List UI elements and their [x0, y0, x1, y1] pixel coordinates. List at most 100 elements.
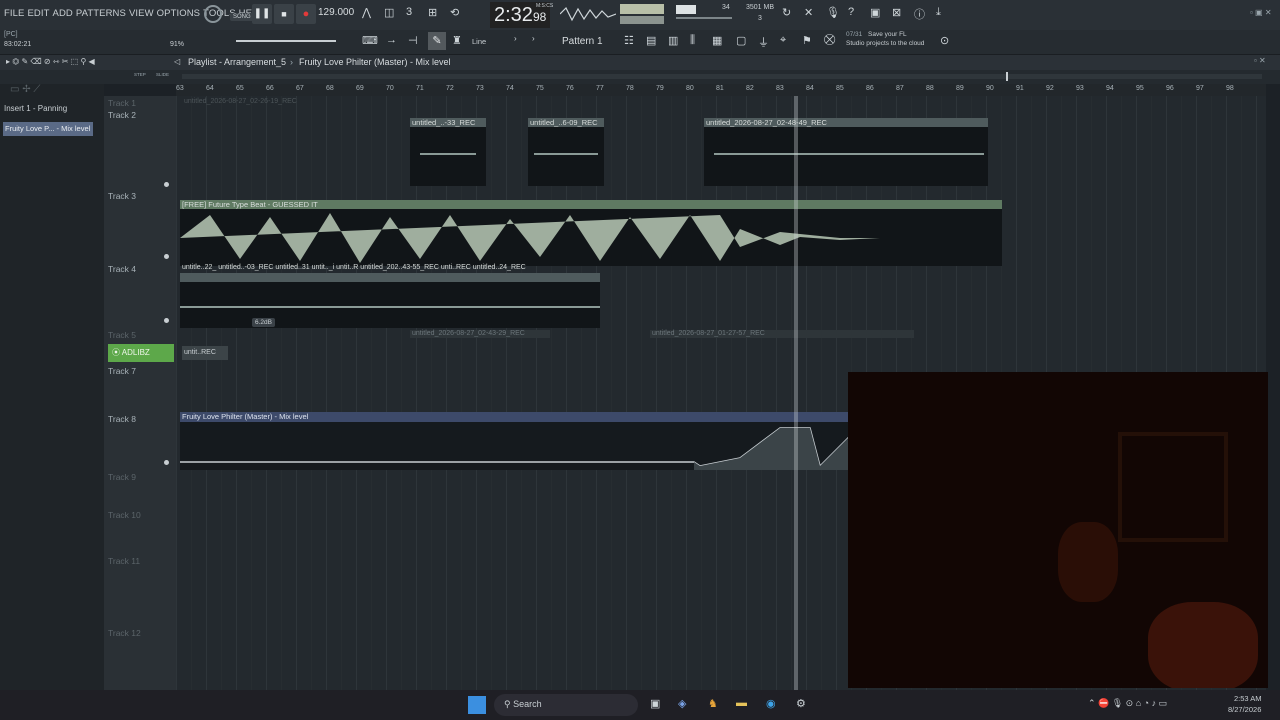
piano-roll-icon[interactable]: ▤	[646, 34, 656, 47]
plugin-icon[interactable]: ▢	[736, 34, 746, 47]
clip-track2-c[interactable]: untitled_2026-08-27_02-48-49_REC	[704, 118, 988, 186]
snap-select[interactable]: Line	[472, 37, 486, 46]
arrow-right-icon[interactable]: →	[386, 34, 397, 46]
playlist-window-controls[interactable]: ▫ ✕	[1254, 56, 1266, 65]
save-icon[interactable]: ▣	[870, 6, 880, 19]
browser-icon[interactable]: ▦	[712, 34, 722, 47]
task-view-icon[interactable]: ▣	[650, 697, 660, 710]
memory-readout: 3501 MB	[746, 4, 775, 11]
tray-icons[interactable]: ⌃ ⛔ 🎙 ⊙ ⌂ ◔ ♪ ▭	[1088, 698, 1167, 709]
start-icon[interactable]	[468, 696, 486, 714]
track-label-11[interactable]: Track 11	[108, 556, 140, 566]
track-2-led[interactable]	[164, 182, 169, 187]
horizontal-scrollbar[interactable]	[182, 74, 1262, 79]
download-icon[interactable]: ⤓	[936, 6, 941, 19]
browser-icons[interactable]: ▭ ✢ ⟋	[10, 84, 40, 95]
countdown-icon[interactable]: 3	[406, 6, 412, 18]
track-label-4[interactable]: Track 4	[108, 264, 136, 274]
news-line1[interactable]: Save your FL	[868, 31, 907, 38]
help-icon[interactable]: ?	[848, 6, 854, 18]
marketplace-icon[interactable]: ⚑	[802, 34, 812, 47]
record-icon[interactable]: ●	[296, 4, 316, 24]
channel-rack-icon[interactable]: ▥	[668, 34, 678, 47]
track-label-2[interactable]: Track 2	[108, 110, 136, 120]
track-label-3[interactable]: Track 3	[108, 191, 136, 201]
pattern-arrow-icon[interactable]: ›	[532, 34, 535, 43]
clip-automation[interactable]: Fruity Love Philter (Master) - Mix level	[180, 412, 852, 422]
clip-track5-b[interactable]: untitled_2026-08-27_01-27-57_REC	[650, 330, 914, 338]
grid-line	[386, 96, 387, 690]
track-4-led[interactable]	[164, 318, 169, 323]
clip-track3[interactable]: [FREE] Future Type Beat - GUESSED IT	[180, 200, 1002, 266]
playlist-tools[interactable]: ▸ ⏣ ✎ ⌫ ⊘ ⇿ ✂ ⬚ ⚲ ◀	[6, 57, 95, 66]
main-pitch-slider[interactable]	[236, 40, 336, 42]
stop-icon[interactable]: ■	[274, 4, 294, 24]
snap-chevron-icon[interactable]: ›	[514, 34, 517, 43]
menu-patterns[interactable]: PATTERNS	[76, 8, 126, 19]
fl-studio-icon[interactable]: ♞	[708, 697, 718, 710]
track-label-8[interactable]: Track 8	[108, 414, 136, 424]
playhead[interactable]	[794, 96, 798, 690]
keyboard-icon[interactable]: ⌨	[362, 34, 378, 47]
snap-magnet-icon[interactable]: ⊣	[408, 34, 418, 47]
info-icon[interactable]: ⓘ	[914, 6, 925, 22]
timeline-ruler[interactable]: 63 64 65 66 67 68 69 70 71 72 73 74 75 76 77 78 79 80 81 82…	[176, 84, 1266, 96]
track-label-10[interactable]: Track 10	[108, 510, 141, 520]
menu-options[interactable]: OPTIONS	[157, 8, 200, 19]
taskbar-search[interactable]: ⚲ Search	[494, 694, 638, 716]
menu-add[interactable]: ADD	[53, 8, 73, 19]
reload-icon[interactable]: ↻	[782, 6, 791, 19]
pat-song-icon[interactable]	[204, 5, 222, 23]
file-explorer-icon[interactable]: ▬	[736, 697, 747, 709]
browser-item-mix-level[interactable]: Fruity Love P... - Mix level	[3, 122, 93, 136]
track-8-led[interactable]	[164, 460, 169, 465]
pause-icon[interactable]: ❚❚	[252, 4, 272, 24]
song-mode-toggle[interactable]: SONG	[230, 13, 254, 21]
step-edit-icon[interactable]: ⊞	[428, 6, 437, 19]
track-label-adlibz[interactable]: ⦿ ADLIBZ	[108, 344, 174, 362]
edge-icon[interactable]: ◉	[766, 697, 776, 710]
track-label-5[interactable]: Track 5	[108, 330, 136, 340]
grid-line	[296, 96, 297, 690]
clip-track1[interactable]: untitled_2026-08-27_02-26-19_REC	[184, 98, 297, 105]
master-volume-slider[interactable]	[676, 17, 732, 19]
metronome-icon[interactable]: ⋀	[362, 6, 371, 19]
menu-file[interactable]: FILE	[4, 8, 24, 19]
panic-icon[interactable]: ✕	[804, 6, 813, 19]
mic-icon[interactable]: 🎙	[826, 6, 840, 19]
webcam-window-frame	[1118, 432, 1228, 542]
grid-line	[326, 96, 327, 690]
clip-track4[interactable]: 6.2dB	[180, 273, 600, 328]
cart-icon[interactable]: ⛒	[824, 34, 835, 47]
wait-input-icon[interactable]: ◫	[384, 6, 394, 19]
clip-track2-a[interactable]: untitled_..-33_REC	[410, 118, 486, 186]
plug-icon[interactable]: ⏚	[758, 34, 769, 50]
track-label-7[interactable]: Track 7	[108, 366, 136, 376]
draw-tool-icon[interactable]: ✎	[428, 32, 446, 50]
browser-item-panning[interactable]: Insert 1 - Panning	[4, 104, 67, 113]
menu-edit[interactable]: EDIT	[27, 8, 49, 19]
track-label-9[interactable]: Track 9	[108, 472, 136, 482]
window-controls[interactable]: ▫ ▣ ✕	[1250, 8, 1272, 17]
copilot-icon[interactable]: ◈	[678, 697, 686, 710]
track-3-led[interactable]	[164, 254, 169, 259]
tempo-display[interactable]: 129.000	[318, 7, 354, 18]
track-label-12[interactable]: Track 12	[108, 628, 141, 638]
mixer-icon[interactable]: ⫼	[690, 34, 695, 47]
cloud-icon[interactable]: ⊙	[940, 34, 949, 47]
peak-meter-left	[620, 4, 664, 14]
stamp-icon[interactable]: ♜	[452, 34, 462, 47]
playlist-icon[interactable]: ☷	[624, 34, 634, 47]
clip-adlibz[interactable]: untit..REC	[182, 346, 228, 360]
speaker-icon[interactable]: ◁	[174, 57, 180, 66]
settings-icon[interactable]: ⚙	[796, 697, 806, 710]
export-icon[interactable]: ⊠	[892, 6, 901, 19]
track-label-1[interactable]: Track 1	[108, 98, 136, 108]
news-line2[interactable]: Studio projects to the cloud	[846, 40, 924, 47]
menu-view[interactable]: VIEW	[129, 8, 154, 19]
loop-record-icon[interactable]: ⟲	[450, 6, 459, 19]
clip-track5-a[interactable]: untitled_2026-08-27_02-43-29_REC	[410, 330, 550, 338]
clip-track2-b[interactable]: untitled_..6-09_REC	[528, 118, 604, 186]
pattern-selector[interactable]: Pattern 1	[562, 36, 603, 47]
tempo-tap-icon[interactable]: ⌖	[780, 34, 786, 47]
